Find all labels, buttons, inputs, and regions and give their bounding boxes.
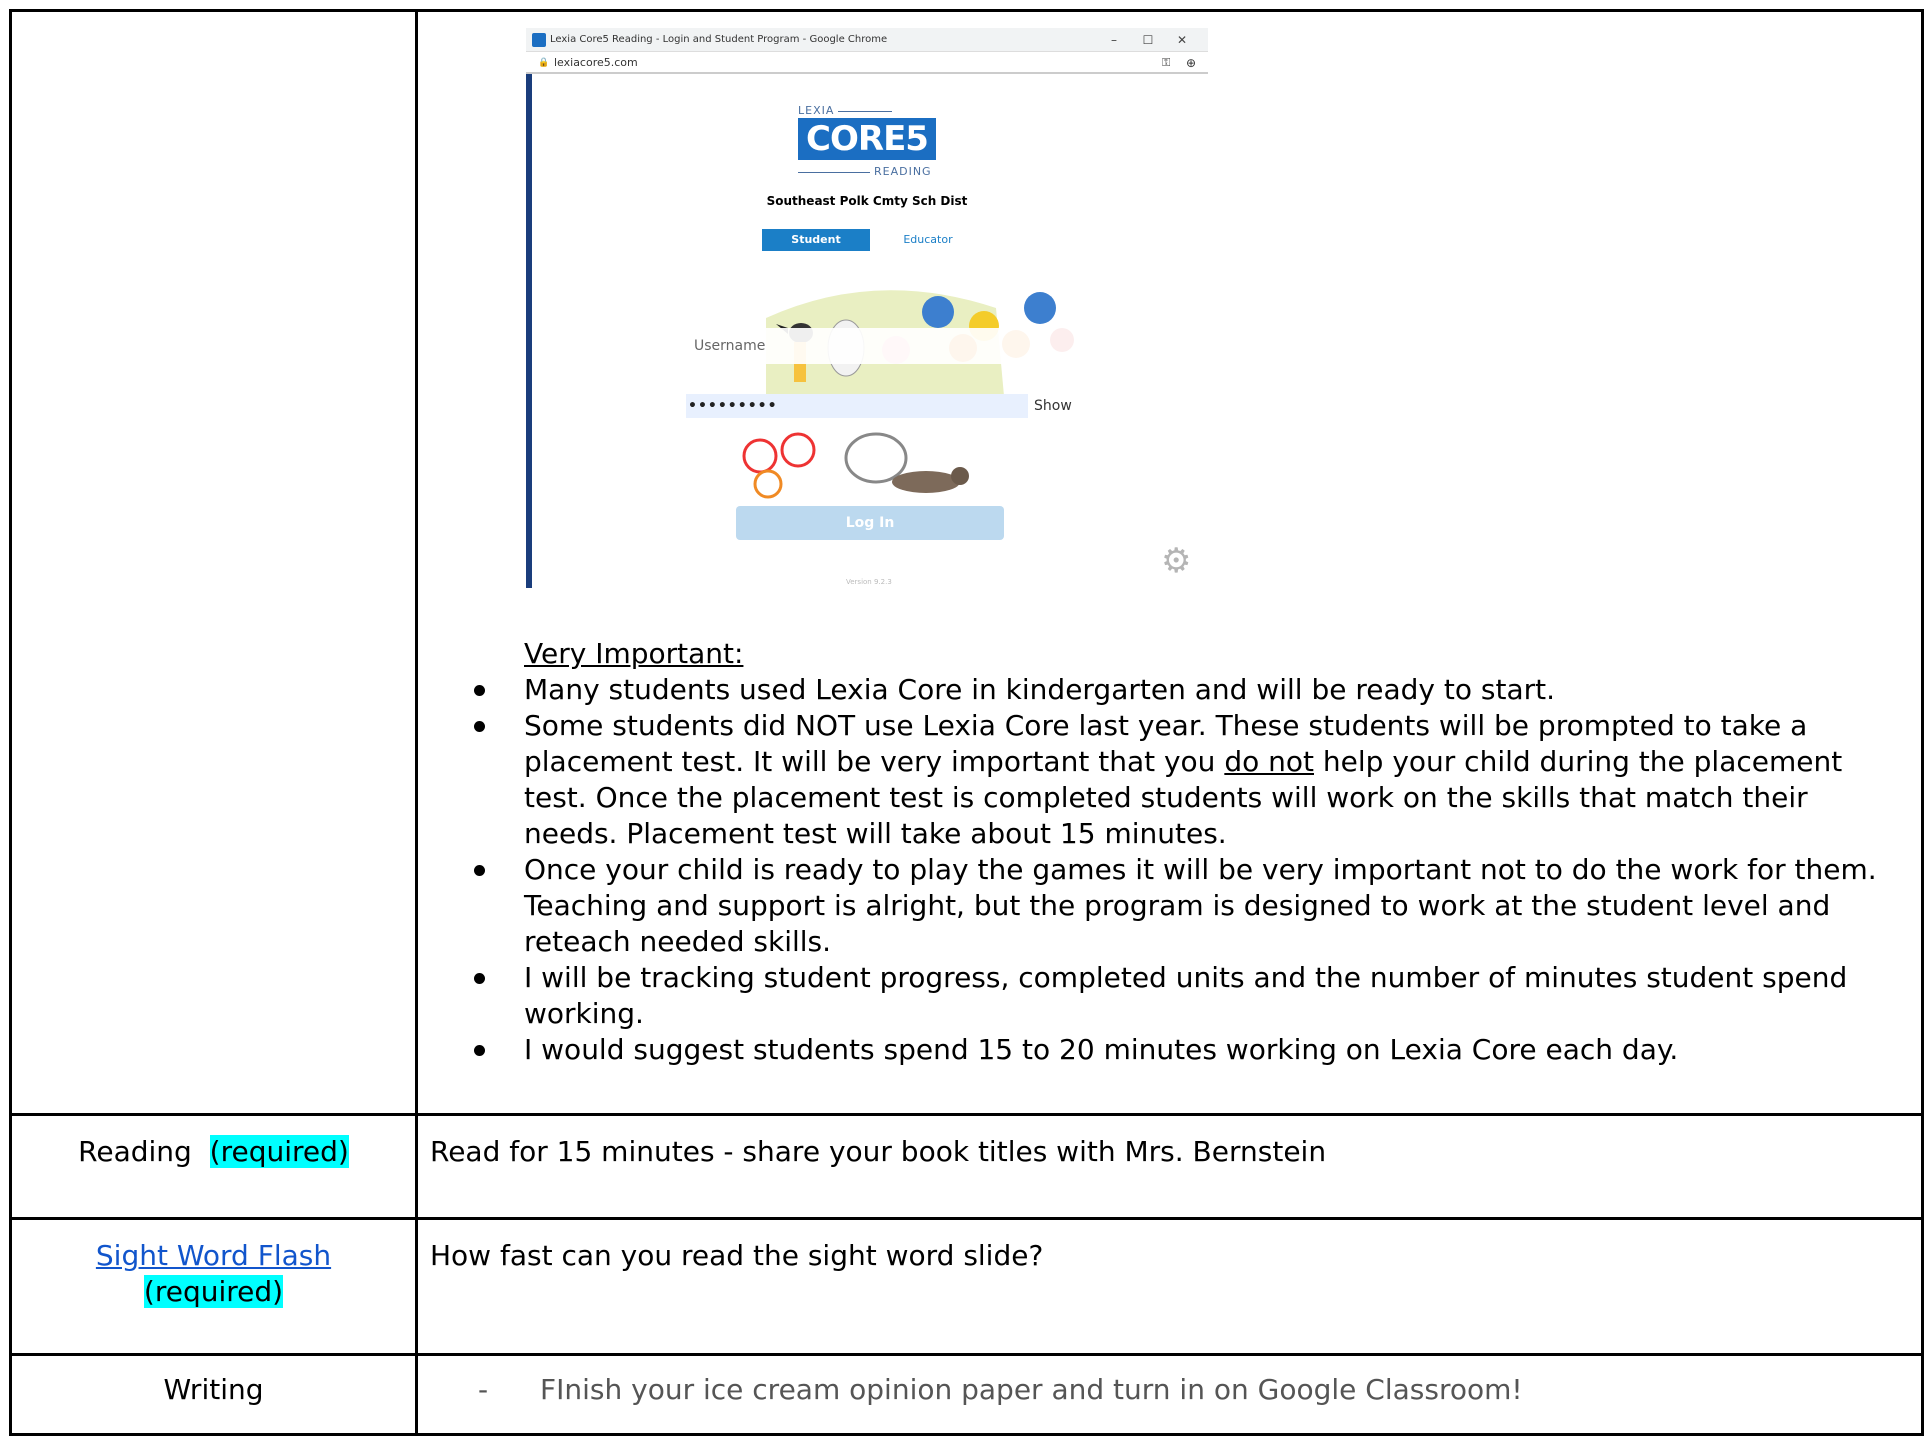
tab-student[interactable]: Student xyxy=(762,229,870,251)
zoom-icon[interactable]: ⊕ xyxy=(1186,52,1196,74)
list-item: Many students used Lexia Core in kinderg… xyxy=(462,672,1921,708)
sight-word-flash-link[interactable]: Sight Word Flash xyxy=(96,1239,331,1272)
reading-label: Reading xyxy=(78,1135,192,1168)
writing-item: - FInish your ice cream opinion paper and… xyxy=(415,1353,1924,1436)
left-cell-empty xyxy=(9,9,418,1116)
password-input[interactable]: ••••••••• xyxy=(686,394,1028,418)
illustration-art-lower xyxy=(742,432,969,499)
version-text: Version 9.2.3 xyxy=(846,578,892,586)
table-row: Lexia Core5 Reading - Login and Student … xyxy=(9,9,1924,1116)
page-edge xyxy=(526,74,532,588)
balloon-icon xyxy=(922,296,954,328)
squirrel-icon xyxy=(892,471,960,493)
list-item: Some students did NOT use Lexia Core las… xyxy=(462,708,1921,852)
list-item: I will be tracking student progress, com… xyxy=(462,960,1921,1032)
table-row: Sight Word Flash (required) How fast can… xyxy=(9,1217,1924,1356)
required-badge: (required) xyxy=(209,1135,349,1168)
district-name: Southeast Polk Cmty Sch Dist xyxy=(766,194,968,208)
required-badge: (required) xyxy=(143,1275,284,1308)
address-bar[interactable]: 🔒 lexiacore5.com ⚿ ⊕ xyxy=(526,52,1208,74)
list-item: I would suggest students spend 15 to 20 … xyxy=(462,1032,1921,1068)
table-row: Reading (required) Read for 15 minutes -… xyxy=(9,1113,1924,1220)
show-password-button[interactable]: Show xyxy=(1034,394,1072,418)
logo-reading-text: READING xyxy=(874,165,932,178)
lexia-cell: Lexia Core5 Reading - Login and Student … xyxy=(415,9,1924,1116)
table-row: Writing - FInish your ice cream opinion p… xyxy=(9,1353,1924,1436)
writing-text: FInish your ice cream opinion paper and … xyxy=(540,1373,1523,1406)
squirrel-tail xyxy=(844,432,908,484)
reading-text: Read for 15 minutes - share your book ti… xyxy=(415,1113,1924,1220)
gear-icon[interactable]: ⚙ xyxy=(1161,544,1191,578)
url-text[interactable]: lexiacore5.com xyxy=(554,52,638,74)
lexia-favicon-icon xyxy=(532,33,546,47)
logo-lexia-text: LEXIA xyxy=(798,104,835,117)
writing-label-cell: Writing xyxy=(9,1353,418,1436)
tab-educator[interactable]: Educator xyxy=(878,229,978,251)
browser-titlebar: Lexia Core5 Reading - Login and Student … xyxy=(526,28,1208,52)
login-button[interactable]: Log In xyxy=(736,506,1004,540)
sight-text: How fast can you read the sight word sli… xyxy=(415,1217,1924,1356)
balloon-icon xyxy=(1024,292,1056,324)
writing-label: Writing xyxy=(163,1373,264,1406)
note-emphasis: do not xyxy=(1224,745,1314,778)
logo-divider xyxy=(798,172,870,173)
logo-divider xyxy=(838,111,892,112)
reading-label-cell: Reading (required) xyxy=(9,1113,418,1220)
dash-marker: - xyxy=(478,1373,489,1406)
lock-icon: 🔒 xyxy=(538,58,550,68)
important-notes: Very Important: Many students used Lexia… xyxy=(462,636,1921,1068)
notes-list: Many students used Lexia Core in kinderg… xyxy=(462,672,1921,1068)
sight-label-cell: Sight Word Flash (required) xyxy=(9,1217,418,1356)
flower-icon xyxy=(753,469,783,499)
maximize-icon[interactable]: ☐ xyxy=(1138,28,1158,52)
lexia-screenshot: Lexia Core5 Reading - Login and Student … xyxy=(526,28,1208,588)
close-icon[interactable]: ✕ xyxy=(1172,28,1192,52)
window-title: Lexia Core5 Reading - Login and Student … xyxy=(550,34,888,45)
minimize-icon[interactable]: – xyxy=(1104,28,1124,52)
flower-icon xyxy=(742,438,778,474)
notes-heading: Very Important: xyxy=(524,637,744,670)
flower-icon xyxy=(780,432,816,468)
logo-core5: CORE5 xyxy=(798,118,936,160)
list-item: Once your child is ready to play the gam… xyxy=(462,852,1921,960)
username-input[interactable]: Username xyxy=(678,328,1078,364)
key-icon[interactable]: ⚿ xyxy=(1162,52,1170,74)
activity-table: Lexia Core5 Reading - Login and Student … xyxy=(9,9,1924,1436)
